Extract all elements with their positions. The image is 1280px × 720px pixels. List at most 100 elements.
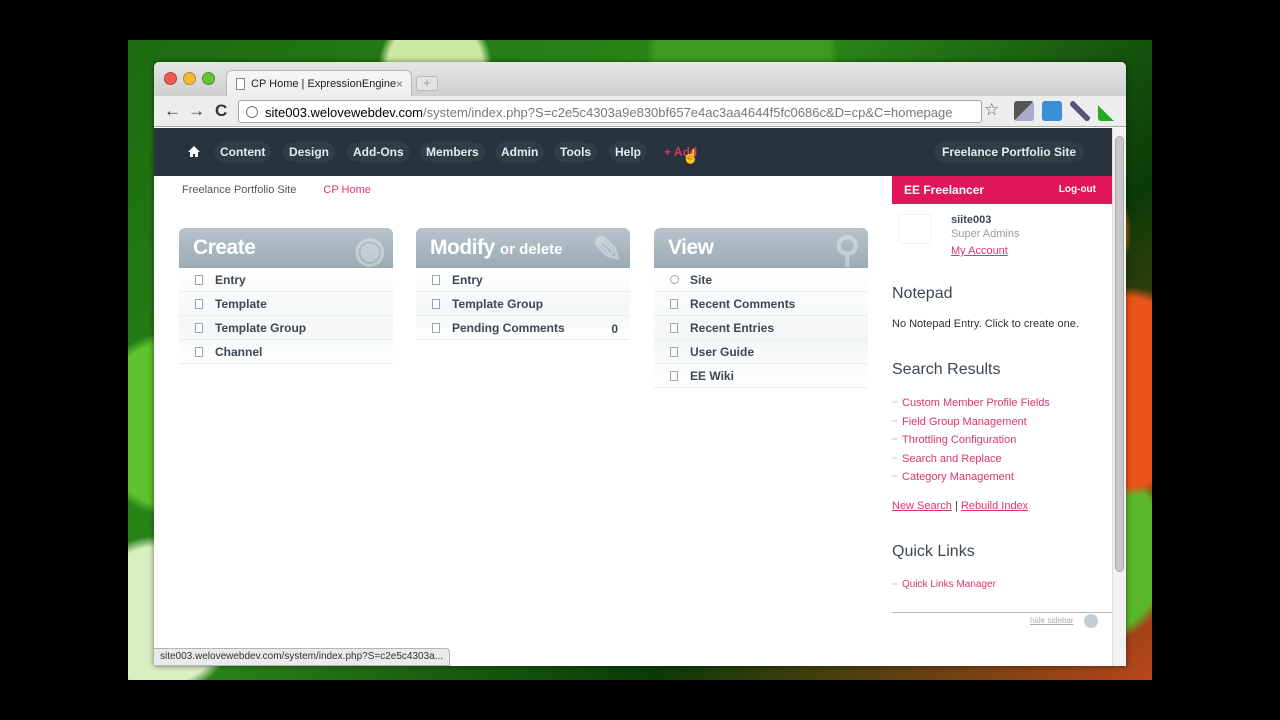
list-item-label: Channel — [215, 345, 263, 359]
tab-cp-home[interactable]: CP Home | ExpressionEngine × — [226, 70, 412, 96]
home-icon[interactable] — [184, 143, 204, 161]
nav-help[interactable]: Help — [609, 142, 648, 162]
extension-icon[interactable] — [1042, 101, 1062, 121]
recent-comments-link[interactable]: Recent Comments — [654, 292, 868, 316]
status-bar-url: site003.welovewebdev.com/system/index.ph… — [154, 648, 451, 666]
new-tab-button[interactable]: + — [416, 76, 438, 91]
view-heading: View ⚲ — [654, 228, 868, 268]
rebuild-index-link[interactable]: Rebuild Index — [961, 500, 1028, 512]
main-navigation: Content Design Add-Ons Members Admin Too… — [154, 128, 1114, 176]
tab-title: CP Home | ExpressionEngine — [251, 78, 397, 90]
book-icon — [670, 371, 678, 381]
address-bar[interactable]: site003.welovewebdev.com/system/index.ph… — [238, 100, 982, 123]
search-result-link[interactable]: Custom Member Profile Fields — [892, 397, 1050, 409]
nav-admin[interactable]: Admin — [495, 142, 545, 162]
page-scrollbar[interactable] — [1112, 128, 1126, 666]
avatar — [898, 214, 932, 244]
eyedropper-icon[interactable] — [1070, 101, 1090, 121]
nav-design[interactable]: Design — [283, 142, 336, 162]
nav-add-ons[interactable]: Add-Ons — [347, 142, 410, 162]
user-guide-link[interactable]: User Guide — [654, 340, 868, 364]
nav-tools[interactable]: Tools — [554, 142, 598, 162]
control-panel: Content Design Add-Ons Members Admin Too… — [154, 128, 1126, 666]
divider — [892, 612, 1112, 613]
comment-icon — [432, 323, 440, 333]
search-result-link[interactable]: Throttling Configuration — [892, 434, 1016, 446]
list-item-label: Template — [215, 297, 267, 311]
create-channel-link[interactable]: Channel — [179, 340, 393, 364]
browser-window: CP Home | ExpressionEngine × + ← → C sit… — [154, 62, 1126, 666]
reload-button[interactable]: C — [215, 101, 227, 121]
pending-comments-link[interactable]: Pending Comments 0 — [416, 316, 630, 340]
notepad-heading: Notepad — [892, 285, 953, 302]
list-item-label: Recent Entries — [690, 321, 775, 335]
wrench-icon[interactable] — [1098, 101, 1118, 121]
globe-icon: ◉ — [354, 229, 385, 268]
forward-button[interactable]: → — [188, 101, 205, 121]
extension-icon[interactable] — [1014, 101, 1034, 121]
view-title: View — [668, 236, 714, 259]
back-button[interactable]: ← — [164, 101, 181, 121]
quick-links-heading: Quick Links — [892, 543, 975, 560]
view-site-link[interactable]: Site — [654, 268, 868, 292]
nav-content[interactable]: Content — [214, 142, 272, 162]
browser-toolbar: ← → C site003.welovewebdev.com/system/in… — [154, 96, 1126, 127]
create-title: Create — [193, 236, 256, 259]
modify-panel: Modify or delete ✎ Entry Template Group … — [416, 228, 630, 424]
list-item-label: Site — [690, 273, 713, 287]
minimize-window-button[interactable] — [183, 72, 196, 85]
list-item-label: User Guide — [690, 345, 755, 359]
create-heading: Create ◉ — [179, 228, 393, 268]
screen: CP Home | ExpressionEngine × + ← → C sit… — [0, 0, 1280, 720]
search-result-link[interactable]: Search and Replace — [892, 453, 1002, 465]
zoom-window-button[interactable] — [202, 72, 215, 85]
breadcrumb-current: CP Home — [323, 184, 371, 196]
document-icon — [432, 275, 440, 285]
bookmark-star-icon[interactable]: ☆ — [984, 100, 999, 120]
create-template-link[interactable]: Template — [179, 292, 393, 316]
view-panel: View ⚲ Site Recent Comments Recent Entri… — [654, 228, 868, 424]
list-item-label: Entry — [452, 273, 483, 287]
notepad-text[interactable]: No Notepad Entry. Click to create one. — [892, 318, 1079, 330]
search-result-link[interactable]: Field Group Management — [892, 416, 1027, 428]
create-entry-link[interactable]: Entry — [179, 268, 393, 292]
create-template-group-link[interactable]: Template Group — [179, 316, 393, 340]
search-result-link[interactable]: Category Management — [892, 471, 1014, 483]
close-window-button[interactable] — [164, 72, 177, 85]
collapse-arrow-icon[interactable] — [1084, 614, 1098, 628]
magnifier-icon: ⚲ — [834, 229, 860, 268]
new-search-link[interactable]: New Search — [892, 500, 952, 512]
document-icon — [670, 323, 678, 333]
recent-entries-link[interactable]: Recent Entries — [654, 316, 868, 340]
globe-icon — [246, 106, 258, 118]
nav-members[interactable]: Members — [420, 142, 485, 162]
tab-strip: CP Home | ExpressionEngine × + — [154, 62, 1126, 96]
modify-heading: Modify or delete ✎ — [416, 228, 630, 268]
breadcrumb: Freelance Portfolio Site CP Home — [182, 184, 371, 196]
breadcrumb-site[interactable]: Freelance Portfolio Site — [182, 184, 296, 196]
url-host: site003.welovewebdev.com — [265, 105, 424, 120]
hide-sidebar-link[interactable]: hide sidebar — [1030, 616, 1074, 625]
folder-icon — [195, 347, 203, 357]
logout-link[interactable]: Log-out — [1059, 184, 1096, 195]
search-actions: New Search | Rebuild Index — [892, 500, 1028, 512]
member-group: Super Admins — [951, 228, 1020, 240]
modify-template-group-link[interactable]: Template Group — [416, 292, 630, 316]
close-tab-icon[interactable]: × — [396, 77, 403, 91]
nav-site-name[interactable]: Freelance Portfolio Site — [934, 142, 1085, 162]
list-item-label: EE Wiki — [690, 369, 734, 383]
page-icon — [236, 78, 245, 90]
sidebar: EE Freelancer Log-out siite003 Super Adm… — [892, 176, 1112, 666]
my-account-link[interactable]: My Account — [951, 245, 1008, 257]
ee-wiki-link[interactable]: EE Wiki — [654, 364, 868, 388]
quick-link[interactable]: Quick Links Manager — [892, 579, 996, 590]
document-icon — [670, 299, 678, 309]
modify-entry-link[interactable]: Entry — [416, 268, 630, 292]
list-item-label: Recent Comments — [690, 297, 796, 311]
pending-count: 0 — [611, 322, 618, 336]
scrollbar-thumb[interactable] — [1115, 136, 1124, 572]
folder-icon — [195, 323, 203, 333]
clock-icon — [670, 275, 679, 284]
list-item-label: Template Group — [215, 321, 307, 335]
document-icon — [195, 275, 203, 285]
